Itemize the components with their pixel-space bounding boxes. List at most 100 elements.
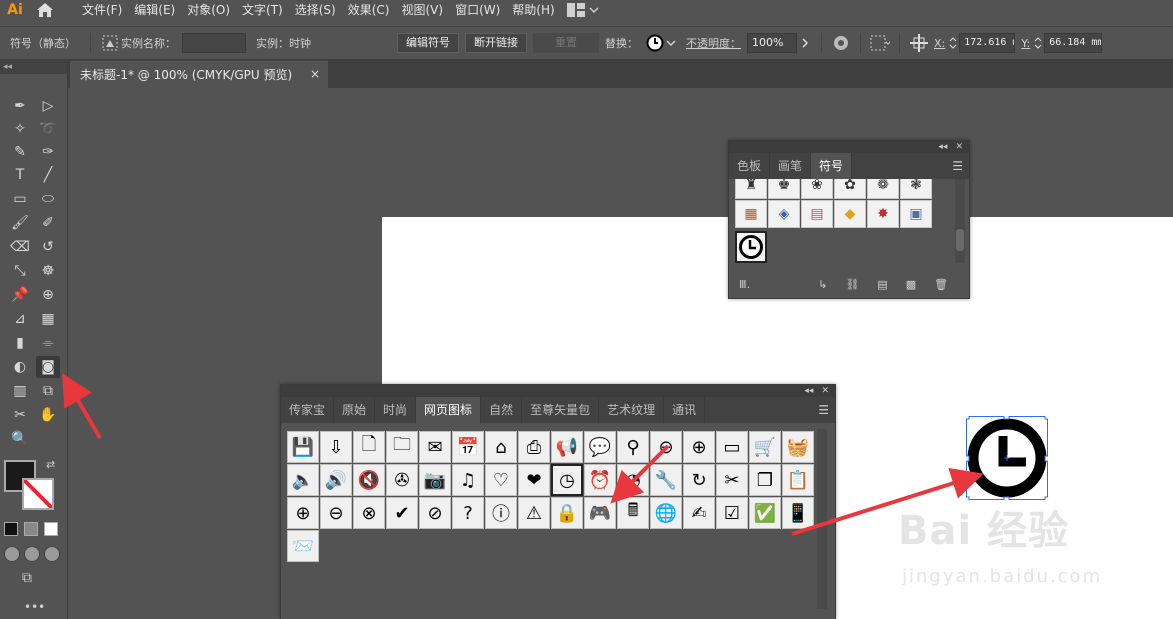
floppy-icon[interactable]: 💾: [287, 431, 319, 463]
symbol-thumbnail[interactable]: ♜: [735, 179, 767, 199]
no-entry-icon[interactable]: ⊘: [419, 497, 451, 529]
music-note-icon[interactable]: ♫: [452, 464, 484, 496]
speech-bubble-icon[interactable]: 💬: [584, 431, 616, 463]
clipboard-check-icon[interactable]: ✅: [749, 497, 781, 529]
checklist-icon[interactable]: ☑: [716, 497, 748, 529]
mobile-phone-icon[interactable]: 📱: [782, 497, 814, 529]
speaker-icon[interactable]: 🔈: [287, 464, 319, 496]
tab-supreme-vector-pack[interactable]: 至尊矢量包: [522, 397, 600, 423]
pen-icon[interactable]: ✎: [8, 141, 32, 163]
shape-builder-icon[interactable]: ⊕: [36, 284, 60, 306]
line-icon[interactable]: ╱: [36, 164, 60, 186]
x-circle-icon[interactable]: ⊗: [353, 497, 385, 529]
symbol-thumbnail[interactable]: ▤: [801, 200, 833, 228]
menu-file[interactable]: 文件(F): [76, 0, 128, 20]
scrollbar[interactable]: [817, 429, 827, 609]
scale-icon[interactable]: ⤡: [8, 260, 32, 282]
symbol-thumbnail[interactable]: ◈: [768, 200, 800, 228]
replace-symbol-dropdown[interactable]: [644, 32, 666, 54]
rectangle-icon[interactable]: ▭: [8, 188, 32, 210]
tab-art-textures[interactable]: 艺术纹理: [599, 397, 665, 423]
symbol-sprayer-icon[interactable]: ◙: [36, 356, 60, 378]
clipboard-icon[interactable]: 📋: [782, 464, 814, 496]
menu-view[interactable]: 视图(V): [395, 0, 449, 20]
edit-symbol-button[interactable]: 编辑符号: [397, 33, 459, 53]
symbol-thumbnail[interactable]: ❃: [900, 179, 932, 199]
magic-wand-icon[interactable]: ✧: [8, 118, 32, 140]
warning-icon[interactable]: ⚠: [518, 497, 550, 529]
close-tab-icon[interactable]: ×: [310, 67, 320, 81]
mail-folder-icon[interactable]: 📨: [287, 530, 319, 562]
close-panel-icon[interactable]: ✕: [955, 142, 963, 152]
lasso-icon[interactable]: ➰: [36, 118, 60, 140]
menu-type[interactable]: 文字(T): [236, 0, 289, 20]
eraser-icon[interactable]: ⌫: [8, 236, 32, 258]
scrollbar[interactable]: [955, 179, 965, 263]
swap-colors-icon[interactable]: ⇄: [46, 458, 55, 471]
tab-nature[interactable]: 自然: [481, 397, 523, 423]
collapse-toolbar-icon[interactable]: ◂◂: [0, 60, 67, 74]
gamepad-icon[interactable]: 🎮: [584, 497, 616, 529]
gradient-mode-icon[interactable]: [24, 522, 38, 536]
basket-icon[interactable]: 🧺: [782, 431, 814, 463]
graph-icon[interactable]: ▥: [8, 380, 32, 402]
eyedropper-icon[interactable]: ⌯: [36, 332, 60, 354]
scissors-icon[interactable]: ✂: [716, 464, 748, 496]
symbol-thumbnail[interactable]: ▣: [900, 200, 932, 228]
color-mode-icon[interactable]: [4, 522, 18, 536]
tab-heirloom[interactable]: 传家宝: [281, 397, 335, 423]
direct-select-icon[interactable]: ▷: [36, 95, 60, 117]
x-position-input[interactable]: 172.616 m: [959, 33, 1016, 53]
pen-plus-icon[interactable]: ✒: [8, 95, 32, 117]
slice-icon[interactable]: ✂: [8, 404, 32, 426]
paintbrush-icon[interactable]: 🖌: [8, 212, 32, 234]
reset-button[interactable]: 重置: [533, 33, 599, 53]
y-position-input[interactable]: 66.184 mm: [1044, 33, 1103, 53]
collapse-panel-icon[interactable]: ◂◂: [804, 386, 813, 396]
collapse-panel-icon[interactable]: ◂◂: [938, 142, 947, 152]
draw-behind-icon[interactable]: [24, 546, 40, 562]
tab-brushes[interactable]: 画笔: [770, 153, 812, 179]
gradient-icon[interactable]: ▮: [8, 332, 32, 354]
hand-icon[interactable]: ✋: [36, 404, 60, 426]
pin-icon[interactable]: 📌: [8, 284, 32, 306]
home-icon[interactable]: [30, 0, 60, 20]
curvature-icon[interactable]: ✑: [36, 141, 60, 163]
stroke-color-swatch[interactable]: [22, 478, 54, 510]
heart-icon[interactable]: ♡: [485, 464, 517, 496]
clock-icon[interactable]: ◷: [551, 464, 583, 496]
zoom-icon[interactable]: 🔍: [8, 428, 32, 450]
workspace-switcher[interactable]: [566, 3, 599, 17]
menu-window[interactable]: 窗口(W): [449, 0, 506, 20]
refresh-icon[interactable]: ↻: [683, 464, 715, 496]
tab-fashion[interactable]: 时尚: [375, 397, 417, 423]
copy-icon[interactable]: ❐: [749, 464, 781, 496]
symbol-thumbnail[interactable]: ▦: [735, 200, 767, 228]
place-symbol-icon[interactable]: ↳: [818, 278, 827, 291]
symbol-thumbnail[interactable]: ✸: [867, 200, 899, 228]
document-tab[interactable]: 未标题-1* @ 100% (CMYK/GPU 预览) ×: [70, 60, 328, 88]
align-icon[interactable]: [869, 32, 891, 54]
symbol-thumbnail[interactable]: ❀: [801, 179, 833, 199]
symbol-libraries-icon[interactable]: Ⅲ.: [739, 278, 750, 291]
plus-circle-icon[interactable]: ⊕: [287, 497, 319, 529]
ellipse-icon[interactable]: ⬭: [36, 188, 60, 210]
symbol-options-icon[interactable]: ▤: [877, 278, 887, 291]
mesh-icon[interactable]: ▦: [36, 308, 60, 330]
tab-primitives[interactable]: 原始: [334, 397, 376, 423]
rotate-icon[interactable]: ↺: [36, 236, 60, 258]
tab-web-icons[interactable]: 网页图标: [416, 397, 482, 423]
lock-icon[interactable]: 🔒: [551, 497, 583, 529]
opacity-input[interactable]: 100%: [747, 33, 797, 53]
type-icon[interactable]: T: [8, 164, 32, 186]
wrench-icon[interactable]: 🔧: [650, 464, 682, 496]
minus-circle-icon[interactable]: ⊖: [320, 497, 352, 529]
mute-icon[interactable]: 🔇: [353, 464, 385, 496]
zoom-in-icon[interactable]: ⊕: [683, 431, 715, 463]
globe-icon[interactable]: 🌐: [650, 497, 682, 529]
symbol-thumbnail-clock[interactable]: [735, 231, 767, 263]
transform-reference-icon[interactable]: [908, 32, 930, 54]
opacity-label[interactable]: 不透明度：: [686, 35, 741, 51]
menu-edit[interactable]: 编辑(E): [128, 0, 181, 20]
artboard-icon[interactable]: ⧉: [36, 380, 60, 402]
